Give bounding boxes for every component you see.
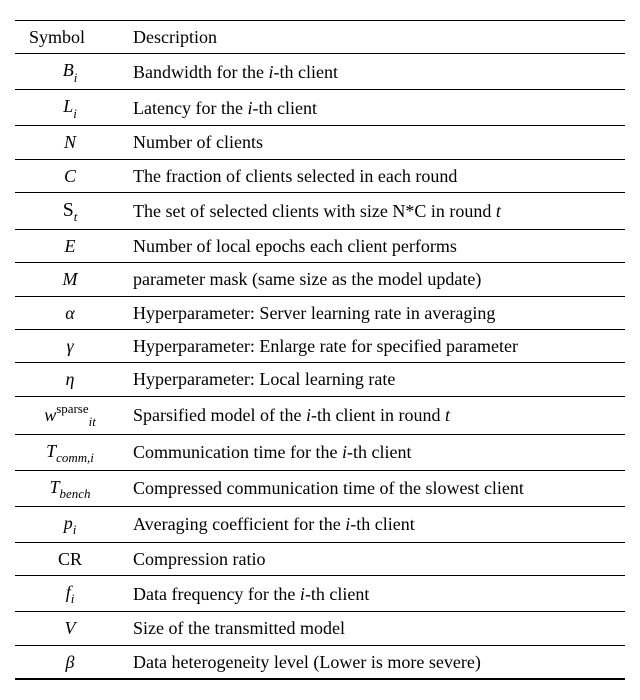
symbol-cell: Bi <box>15 54 125 90</box>
description-cell: Size of the transmitted model <box>125 612 625 645</box>
description-cell: Bandwidth for the i-th client <box>125 54 625 90</box>
table-row: ηHyperparameter: Local learning rate <box>15 363 625 396</box>
table-row: NNumber of clients <box>15 126 625 159</box>
description-cell: Data frequency for the i-th client <box>125 576 625 612</box>
description-cell: The fraction of clients selected in each… <box>125 159 625 192</box>
symbol-cell: E <box>15 230 125 263</box>
symbol-cell: CR <box>15 542 125 575</box>
table-row: VSize of the transmitted model <box>15 612 625 645</box>
description-cell: Hyperparameter: Server learning rate in … <box>125 296 625 329</box>
table-row: LiLatency for the i-th client <box>15 90 625 126</box>
table-row: γHyperparameter: Enlarge rate for specif… <box>15 330 625 363</box>
symbol-cell: β <box>15 645 125 678</box>
table-row: BiBandwidth for the i-th client <box>15 54 625 90</box>
table-row: StThe set of selected clients with size … <box>15 193 625 230</box>
table-row: Tcomm,iCommunication time for the i-th c… <box>15 434 625 470</box>
symbol-cell: Tcomm,i <box>15 434 125 470</box>
description-cell: The set of selected clients with size N*… <box>125 193 625 230</box>
table-row: αHyperparameter: Server learning rate in… <box>15 296 625 329</box>
symbol-cell: η <box>15 363 125 396</box>
description-cell: Data heterogeneity level (Lower is more … <box>125 645 625 678</box>
symbol-cell: α <box>15 296 125 329</box>
notation-table: Symbol Description BiBandwidth for the i… <box>15 20 625 680</box>
symbol-cell: St <box>15 193 125 230</box>
symbol-cell: wsparseit <box>15 396 125 434</box>
col-symbol: Symbol <box>15 21 125 54</box>
description-cell: Sparsified model of the i-th client in r… <box>125 396 625 434</box>
table-row: CThe fraction of clients selected in eac… <box>15 159 625 192</box>
table-bottom-rule <box>15 678 625 679</box>
description-cell: Hyperparameter: Local learning rate <box>125 363 625 396</box>
table-row: wsparseitSparsified model of the i-th cl… <box>15 396 625 434</box>
symbol-cell: Tbench <box>15 470 125 506</box>
description-cell: parameter mask (same size as the model u… <box>125 263 625 296</box>
table-row: βData heterogeneity level (Lower is more… <box>15 645 625 678</box>
table-header-row: Symbol Description <box>15 21 625 54</box>
table-row: ENumber of local epochs each client perf… <box>15 230 625 263</box>
symbol-cell: N <box>15 126 125 159</box>
description-cell: Communication time for the i-th client <box>125 434 625 470</box>
table-row: CRCompression ratio <box>15 542 625 575</box>
table-row: Mparameter mask (same size as the model … <box>15 263 625 296</box>
table-row: fiData frequency for the i-th client <box>15 576 625 612</box>
symbol-cell: M <box>15 263 125 296</box>
description-cell: Latency for the i-th client <box>125 90 625 126</box>
description-cell: Number of local epochs each client perfo… <box>125 230 625 263</box>
symbol-cell: V <box>15 612 125 645</box>
col-description: Description <box>125 21 625 54</box>
description-cell: Compression ratio <box>125 542 625 575</box>
description-cell: Hyperparameter: Enlarge rate for specifi… <box>125 330 625 363</box>
description-cell: Compressed communication time of the slo… <box>125 470 625 506</box>
symbol-cell: Li <box>15 90 125 126</box>
description-cell: Averaging coefficient for the i-th clien… <box>125 506 625 542</box>
symbol-cell: γ <box>15 330 125 363</box>
symbol-cell: fi <box>15 576 125 612</box>
table-row: piAveraging coefficient for the i-th cli… <box>15 506 625 542</box>
symbol-cell: pi <box>15 506 125 542</box>
description-cell: Number of clients <box>125 126 625 159</box>
table-row: TbenchCompressed communication time of t… <box>15 470 625 506</box>
symbol-cell: C <box>15 159 125 192</box>
